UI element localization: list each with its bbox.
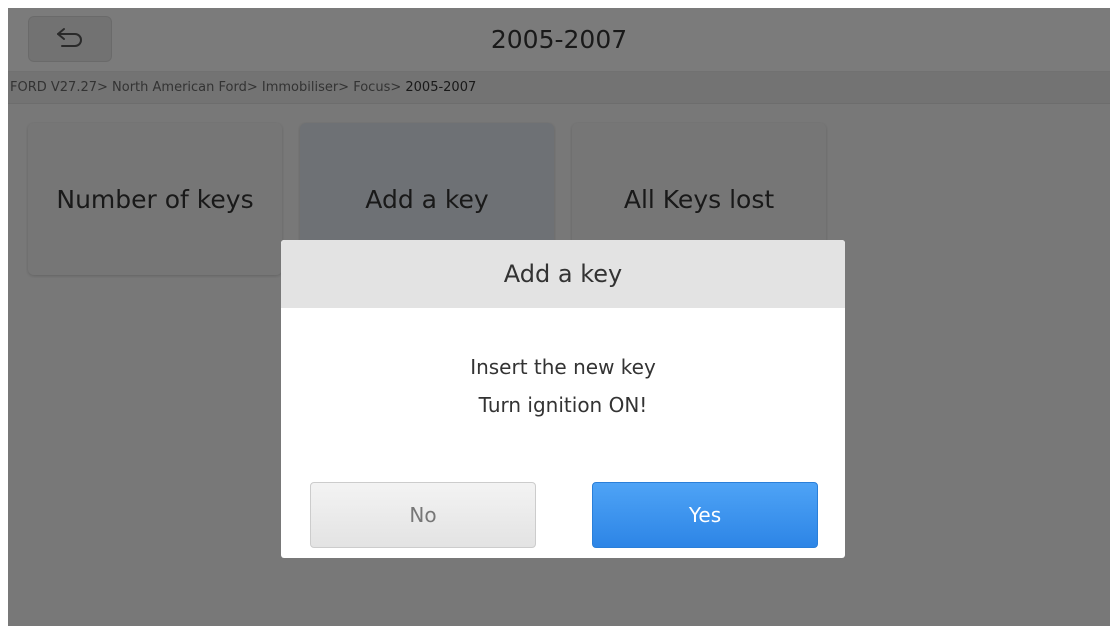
app-screen: 2005-2007 FORD V27.27> North American Fo… [8,8,1110,626]
dialog-title: Add a key [281,240,845,308]
dialog-message: Insert the new key Turn ignition ON! [281,348,845,424]
add-key-dialog: Add a key Insert the new key Turn igniti… [281,240,845,558]
no-button[interactable]: No [310,482,536,548]
dialog-message-line: Turn ignition ON! [478,393,648,417]
dialog-message-line: Insert the new key [470,355,656,379]
yes-button[interactable]: Yes [592,482,818,548]
